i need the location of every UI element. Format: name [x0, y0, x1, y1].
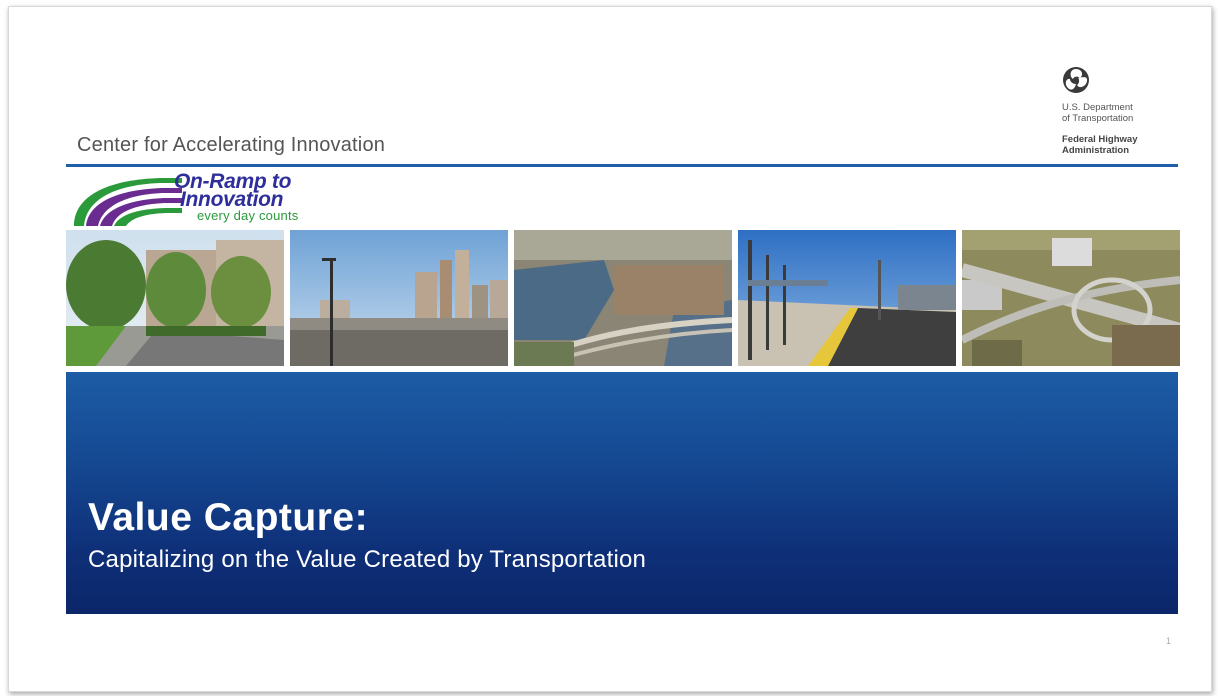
photo-city-skyline [290, 230, 508, 366]
photo-strip [66, 230, 1180, 366]
photo-highway-interchange [962, 230, 1180, 366]
slide-subtitle: Capitalizing on the Value Created by Tra… [88, 546, 647, 573]
usdot-triskelion-icon [1063, 67, 1089, 93]
center-title: Center for Accelerating Innovation [77, 134, 386, 156]
fhwa-line-2: Administration [1062, 145, 1130, 156]
page-number: 1 [1166, 636, 1172, 646]
photo-tree-lined-street [66, 230, 284, 366]
on-ramp-to-innovation-logo: On-Ramp to Innovation every day counts [70, 170, 360, 230]
usdot-fhwa-logo: U.S. Department of Transportation Federa… [1062, 66, 1166, 158]
on-ramp-swoosh-icon [74, 178, 182, 226]
dot-line-1: U.S. Department [1062, 102, 1133, 113]
photo-transit-platform [738, 230, 956, 366]
on-ramp-tagline: every day counts [197, 208, 299, 223]
slide-title: Value Capture: [88, 496, 369, 539]
photo-aerial-river-city [514, 230, 732, 366]
dot-line-2: of Transportation [1062, 113, 1134, 124]
fhwa-line-1: Federal Highway [1062, 134, 1138, 145]
header-rule [66, 164, 1178, 167]
title-banner: Value Capture: Capitalizing on the Value… [66, 372, 1178, 614]
